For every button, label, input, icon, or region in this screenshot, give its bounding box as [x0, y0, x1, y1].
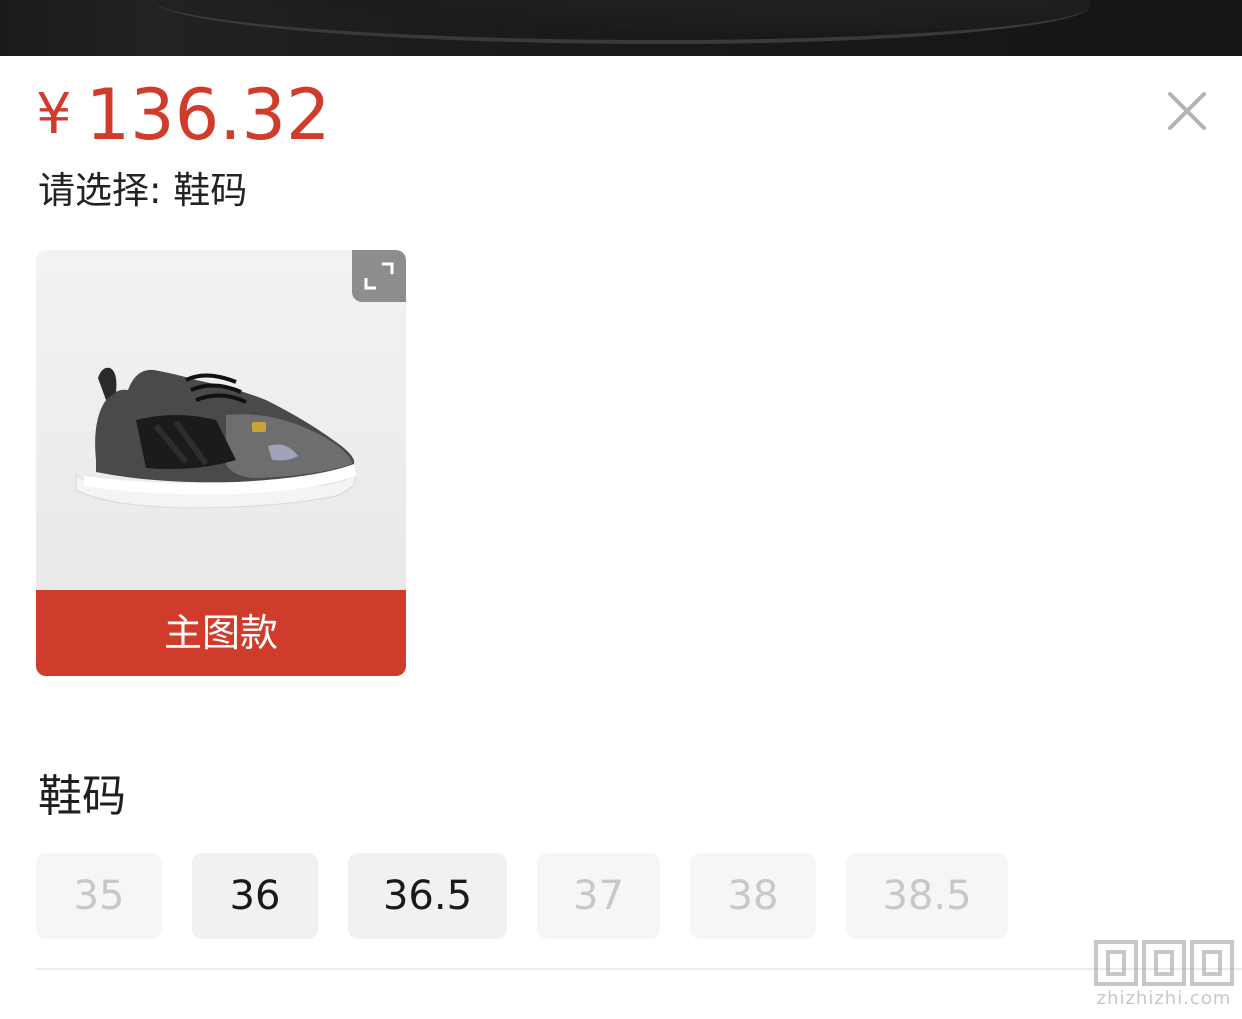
expand-icon [364, 262, 394, 290]
size-option-36[interactable]: 36 [192, 853, 318, 939]
product-image-preview [0, 0, 1242, 56]
watermark-logo [1094, 940, 1234, 986]
sku-selector-page: ¥136.32 请选择: 鞋码 主图款 鞋码 35 36 36.5 37 38 … [0, 0, 1242, 1019]
watermark-text: zhizhizhi.com [1096, 988, 1232, 1009]
close-icon [1168, 92, 1206, 130]
shoe-image-edge [150, 0, 1090, 44]
size-option-35[interactable]: 35 [36, 853, 162, 939]
divider [36, 968, 1242, 970]
price-value: 136.32 [85, 74, 331, 156]
variant-label: 主图款 [36, 590, 406, 676]
size-option-38[interactable]: 38 [690, 853, 816, 939]
watermark: zhizhizhi.com [1092, 938, 1236, 1016]
selection-prompt: 请选择: 鞋码 [38, 169, 248, 212]
size-option-36-5[interactable]: 36.5 [348, 853, 507, 939]
size-option-37[interactable]: 37 [537, 853, 660, 939]
price-currency: ¥ [36, 82, 72, 147]
variant-option-main[interactable]: 主图款 [36, 250, 406, 676]
shoe-photo [75, 367, 356, 509]
size-section-title: 鞋码 [38, 771, 126, 822]
size-option-38-5[interactable]: 38.5 [846, 853, 1008, 939]
close-button[interactable] [1162, 86, 1212, 136]
size-options: 35 36 36.5 37 38 38.5 [36, 853, 1036, 939]
expand-button[interactable] [352, 250, 406, 302]
variant-image [36, 250, 406, 590]
product-price: ¥136.32 [36, 74, 331, 156]
